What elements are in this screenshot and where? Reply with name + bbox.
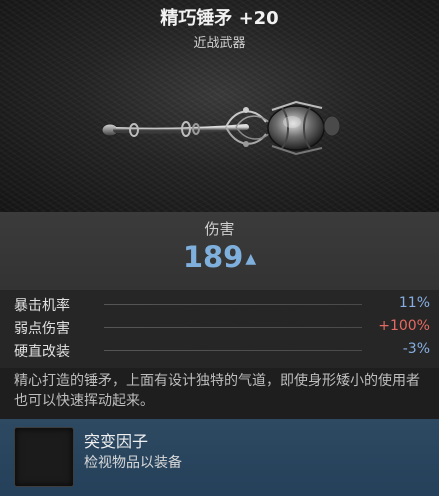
stat-value: +100% bbox=[378, 318, 430, 334]
mutator-title: 突变因子 bbox=[84, 432, 149, 451]
mace-weapon-icon bbox=[101, 100, 341, 156]
item-name: 精巧锤矛 +20 bbox=[160, 8, 279, 29]
damage-panel: 伤害 189 ▲ bbox=[0, 212, 439, 290]
mutator-hint: 检视物品以装备 bbox=[84, 455, 182, 471]
item-art-panel: 精巧锤矛 +20 近战武器 bbox=[0, 0, 439, 212]
damage-value: 189 bbox=[182, 240, 244, 274]
chevron-up-icon: ▲ bbox=[245, 251, 257, 267]
item-description: 精心打造的锤矛，上面有设计独特的气道，即使身形矮小的使用者也可以快速挥动起来。 bbox=[14, 373, 420, 409]
item-tooltip: 精巧锤矛 +20 近战武器 伤害 189 ▲ 暴击机率 11% 弱点伤害 +10… bbox=[0, 0, 439, 496]
mutator-slot[interactable] bbox=[14, 427, 74, 487]
stat-divider bbox=[104, 327, 362, 328]
stat-label: 暴击机率 bbox=[14, 298, 70, 314]
item-type: 近战武器 bbox=[193, 36, 246, 51]
stat-label: 硬直改装 bbox=[14, 344, 70, 360]
stat-divider bbox=[104, 304, 362, 305]
damage-label: 伤害 bbox=[204, 220, 235, 238]
mutator-slot-row[interactable]: 突变因子 检视物品以装备 bbox=[0, 419, 439, 496]
description-panel: 精心打造的锤矛，上面有设计独特的气道，即使身形矮小的使用者也可以快速挥动起来。 bbox=[0, 368, 439, 419]
stat-value: 11% bbox=[398, 295, 430, 311]
stat-label: 弱点伤害 bbox=[14, 321, 70, 337]
damage-value-row: 189 ▲ bbox=[0, 240, 439, 274]
stat-value: -3% bbox=[402, 341, 430, 357]
stat-row-crit-chance: 暴击机率 11% bbox=[14, 293, 430, 315]
stat-row-stagger-mod: 硬直改装 -3% bbox=[14, 339, 430, 361]
stat-row-weakspot-damage: 弱点伤害 +100% bbox=[14, 316, 430, 338]
stats-panel: 暴击机率 11% 弱点伤害 +100% 硬直改装 -3% bbox=[0, 290, 439, 368]
stat-divider bbox=[104, 350, 362, 351]
